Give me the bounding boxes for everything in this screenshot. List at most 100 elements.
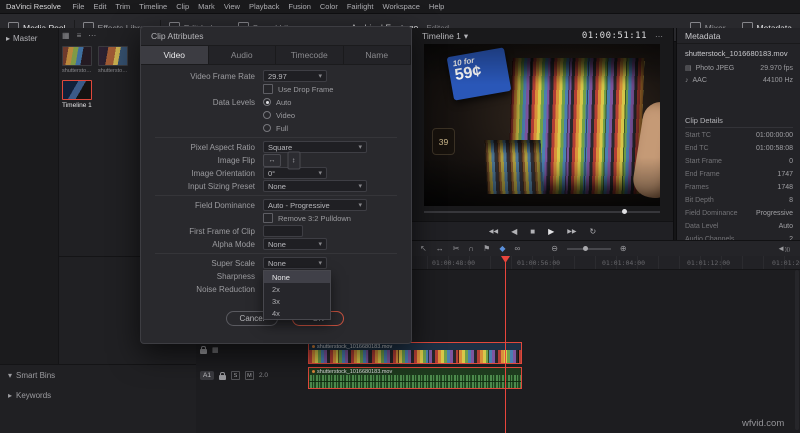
menu-mark[interactable]: Mark <box>194 2 220 11</box>
clip-color-icon <box>312 345 315 348</box>
super-scale-select[interactable]: None ▾ <box>263 257 327 269</box>
loop-button[interactable]: ↻ <box>589 227 596 236</box>
metadata-row: Start Frame 0 <box>685 158 793 165</box>
video-frame-rate-label: Video Frame Rate <box>190 71 255 81</box>
first-frame-input[interactable] <box>263 225 303 237</box>
menu-timeline[interactable]: Timeline <box>135 2 172 11</box>
zoom-slider-knob[interactable] <box>582 245 588 251</box>
timeline-thumbnail[interactable] <box>62 80 92 100</box>
link-icon[interactable]: ∞ <box>514 244 520 253</box>
more-options-icon[interactable]: ⋯ <box>88 31 96 40</box>
viewer-timeline-selector[interactable]: Timeline 1 ▾ <box>422 31 468 42</box>
menu-playback[interactable]: Playback <box>244 2 283 11</box>
bin-master[interactable]: ▸ Master <box>6 34 37 43</box>
chevron-down-icon: ▾ <box>318 170 322 177</box>
speaker-icon[interactable]: ◄))) <box>777 244 790 253</box>
data-level-full-radio[interactable] <box>263 124 271 132</box>
image-flip-label: Image Flip <box>217 155 255 165</box>
media-clip-caption-1: shutterstock... <box>62 68 94 74</box>
jog-forward-button[interactable]: ▶▶ <box>567 228 576 235</box>
menu-help[interactable]: Help <box>424 2 448 11</box>
menu-edit[interactable]: Edit <box>89 2 111 11</box>
bin-tree-column <box>0 28 59 364</box>
tab-timecode[interactable]: Timecode <box>276 46 344 64</box>
use-drop-frame-checkbox[interactable] <box>263 84 273 94</box>
menu-clip[interactable]: Clip <box>172 2 194 11</box>
list-view-icon[interactable]: ≡ <box>77 31 82 40</box>
stop-button[interactable]: ■ <box>530 227 535 236</box>
grid-view-icon[interactable]: ▦ <box>62 31 70 40</box>
menu-fusion[interactable]: Fusion <box>284 2 316 11</box>
remove-pulldown-checkbox[interactable] <box>263 213 273 223</box>
tab-name[interactable]: Name <box>343 46 411 64</box>
dialog-title: Clip Attributes <box>141 27 411 46</box>
zoom-in-icon[interactable]: ⊕ <box>620 244 627 253</box>
chevron-down-icon: ▾ <box>358 144 362 151</box>
snap-icon[interactable]: ∩ <box>468 244 474 253</box>
super-scale-dropdown-menu: None 2x 3x 4x <box>263 270 331 320</box>
menu-file[interactable]: File <box>68 2 89 11</box>
step-back-button[interactable]: ◀ <box>511 227 517 236</box>
media-clip-caption-2: shutterstock... <box>98 68 130 74</box>
keywords-section[interactable]: ▸ Keywords <box>8 391 51 400</box>
trim-tool-icon[interactable]: ↔ <box>436 244 444 253</box>
tab-audio[interactable]: Audio <box>208 46 276 64</box>
play-button[interactable]: ▶ <box>548 227 554 236</box>
data-level-auto-radio[interactable] <box>263 98 271 106</box>
lock-icon[interactable] <box>218 371 226 380</box>
jog-back-button[interactable]: ◀◀ <box>489 228 498 235</box>
data-level-video-radio[interactable] <box>263 111 271 119</box>
menu-workspace[interactable]: Workspace <box>378 2 424 11</box>
metadata-row: Frames 1748 <box>685 184 793 191</box>
marker-icon[interactable]: ◆ <box>499 244 505 253</box>
audio-note-icon: ♪ <box>685 77 689 84</box>
alpha-mode-select[interactable]: None ▾ <box>263 238 327 250</box>
timeline-vertical-scrollbar[interactable] <box>795 270 799 430</box>
viewer-scrub-handle[interactable] <box>622 209 628 214</box>
pixel-aspect-select[interactable]: Square ▾ <box>263 141 367 153</box>
flag-icon[interactable]: ⚑ <box>483 244 490 253</box>
video-clip[interactable]: shutterstock_1016680183.mov <box>308 342 522 364</box>
media-clip-thumbnail-1[interactable] <box>62 46 92 66</box>
super-scale-option-none[interactable]: None <box>264 271 330 283</box>
metadata-row: End Frame 1747 <box>685 171 793 178</box>
menu-view[interactable]: View <box>219 2 244 11</box>
menu-fairlight[interactable]: Fairlight <box>342 2 378 11</box>
metadata-row: End TC 01:00:58:08 <box>685 145 793 152</box>
super-scale-option-2x[interactable]: 2x <box>264 283 330 295</box>
flip-vertical-button[interactable]: ↔ <box>287 151 301 169</box>
chevron-down-icon: ▾ <box>318 260 322 267</box>
lock-icon[interactable] <box>200 346 207 354</box>
mute-button[interactable]: M <box>244 371 254 380</box>
zoom-slider[interactable] <box>566 245 611 251</box>
solo-button[interactable]: S <box>230 371 240 380</box>
menu-trim[interactable]: Trim <box>111 2 135 11</box>
flip-horizontal-button[interactable]: ↔ <box>263 153 281 167</box>
smart-bins-section[interactable]: ▾ Smart Bins <box>8 371 55 380</box>
watermark: wfvid.com <box>742 418 785 429</box>
media-clip-thumbnail-2[interactable] <box>98 46 128 66</box>
dialog-divider <box>155 195 397 196</box>
viewer-scrub-bar[interactable] <box>424 209 660 214</box>
input-sizing-select[interactable]: None ▾ <box>263 180 367 192</box>
video-clip-thumbnails <box>309 350 521 363</box>
field-dominance-select[interactable]: Auto - Progressive ▾ <box>263 199 367 211</box>
super-scale-option-4x[interactable]: 4x <box>264 307 330 319</box>
audio-track-badge[interactable]: A1 <box>200 371 214 380</box>
pointer-tool-icon[interactable]: ↖ <box>420 244 427 253</box>
viewer-options-icon[interactable]: ⋯ <box>655 32 663 41</box>
tab-video[interactable]: Video <box>141 46 209 64</box>
razor-tool-icon[interactable]: ✂ <box>453 244 460 253</box>
playhead[interactable] <box>505 256 506 433</box>
chevron-down-icon: ▾ <box>358 202 362 209</box>
noise-reduction-label: Noise Reduction <box>196 284 255 294</box>
dialog-tabs: Video Audio Timecode Name <box>141 46 411 65</box>
chevron-down-icon: ▾ <box>8 371 13 380</box>
zoom-out-icon[interactable]: ⊖ <box>551 244 558 253</box>
alpha-mode-label: Alpha Mode <box>212 239 255 249</box>
video-frame-rate-select[interactable]: 29.97 ▾ <box>263 70 327 82</box>
audio-clip[interactable]: shutterstock_1016680183.mov <box>308 367 522 389</box>
super-scale-option-3x[interactable]: 3x <box>264 295 330 307</box>
menu-color[interactable]: Color <box>315 2 342 11</box>
track-view-icon[interactable]: ▦ <box>212 346 219 354</box>
